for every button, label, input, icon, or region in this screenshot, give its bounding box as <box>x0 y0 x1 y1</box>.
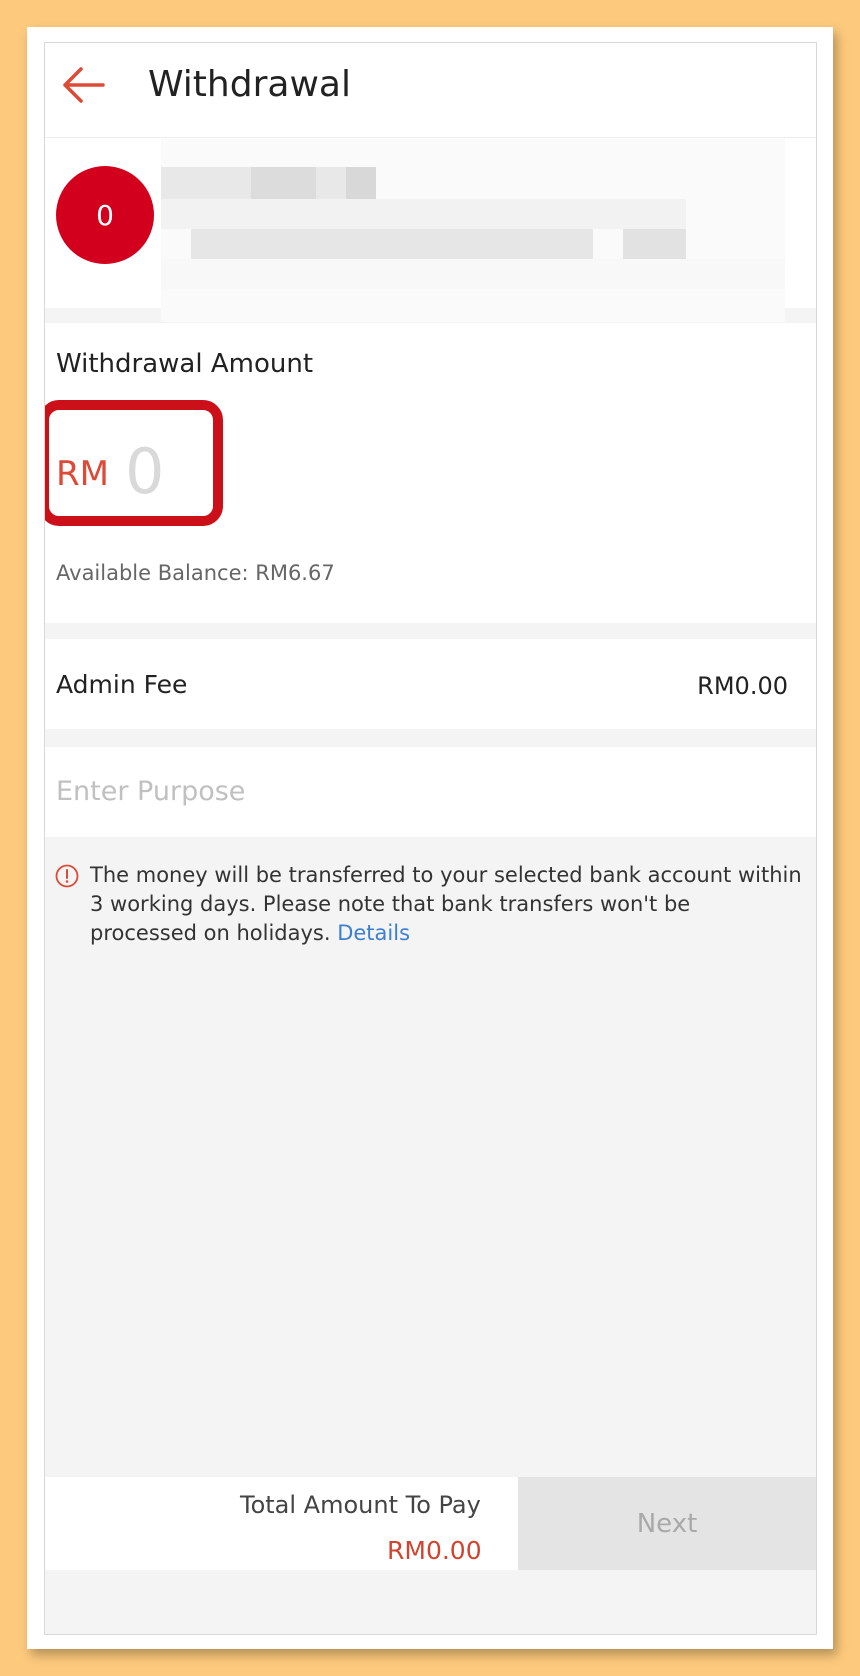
total-amount-value: RM0.00 <box>387 1536 482 1565</box>
currency-label: RM <box>56 454 109 494</box>
redacted-account-details <box>161 139 785 322</box>
app-screen: Withdrawal 0 Withdrawal Amount RM Availa… <box>44 42 817 1635</box>
admin-fee-label: Admin Fee <box>56 670 188 699</box>
total-amount-label: Total Amount To Pay <box>240 1491 481 1519</box>
purpose-input[interactable] <box>56 765 796 817</box>
amount-input[interactable] <box>125 433 215 509</box>
details-link[interactable]: Details <box>337 921 410 945</box>
top-bar: Withdrawal <box>45 43 816 138</box>
transfer-notice: The money will be transferred to your se… <box>90 861 802 948</box>
withdrawal-amount-label: Withdrawal Amount <box>56 349 314 379</box>
next-button[interactable]: Next <box>518 1477 816 1570</box>
avatar: 0 <box>56 166 154 264</box>
notice-text: The money will be transferred to your se… <box>90 863 802 945</box>
info-icon <box>55 864 79 888</box>
arrow-left-icon <box>63 67 105 103</box>
avatar-initial: 0 <box>96 198 114 232</box>
admin-fee-value: RM0.00 <box>697 672 788 700</box>
page-title: Withdrawal <box>148 64 351 105</box>
back-button[interactable] <box>55 57 111 113</box>
available-balance: Available Balance: RM6.67 <box>56 561 335 585</box>
